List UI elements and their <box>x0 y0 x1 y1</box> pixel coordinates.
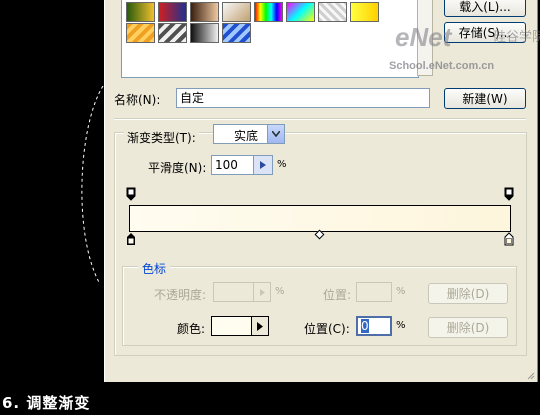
delete-color-stop-button[interactable]: 删除(D) <box>428 317 508 338</box>
color-position-unit: % <box>396 320 406 331</box>
color-position-input[interactable]: 0 <box>356 316 392 336</box>
color-swatch[interactable] <box>212 317 251 335</box>
opacity-unit: % <box>275 286 285 297</box>
preset-swatch[interactable] <box>126 23 155 43</box>
preset-swatch[interactable] <box>190 23 219 43</box>
preset-swatch[interactable] <box>158 23 187 43</box>
chevron-down-icon[interactable] <box>267 125 284 143</box>
color-position-label: 位置(C): <box>304 322 350 336</box>
resize-grip-icon[interactable] <box>525 370 535 380</box>
gradient-type-value: 实底 <box>234 129 259 143</box>
load-button-label: 载入(L)... <box>459 0 511 14</box>
chevron-right-icon <box>257 321 263 331</box>
smoothness-value: 100 <box>215 158 238 172</box>
smoothness-input[interactable]: 100 <box>211 155 273 175</box>
color-menu-arrow[interactable] <box>251 317 268 335</box>
presets-panel <box>121 0 419 78</box>
name-input[interactable]: 自定 <box>176 88 430 108</box>
opacity-stop-right[interactable] <box>504 187 514 201</box>
gradient-type-label: 渐变类型(T): <box>124 129 199 146</box>
presets-scrollbar[interactable] <box>417 0 433 76</box>
preset-swatch[interactable] <box>254 2 283 22</box>
save-button[interactable]: 存储(S)... <box>444 22 526 43</box>
color-stop-left[interactable] <box>126 232 136 246</box>
preset-swatch[interactable] <box>286 2 315 22</box>
preset-swatch[interactable] <box>126 2 155 22</box>
smoothness-unit: % <box>277 159 287 170</box>
gradient-editor-dialog: 载入(L)... 存储(S)... 名称(N): 自定 新建(W) 渐变类型(T… <box>104 0 540 382</box>
step-caption: 6. 调整渐变 <box>2 394 91 412</box>
opacity-label: 不透明度: <box>154 288 207 302</box>
opacity-input[interactable] <box>213 282 271 302</box>
new-button-label: 新建(W) <box>462 92 508 106</box>
delete-opacity-stop-button[interactable]: 删除(D) <box>428 283 508 304</box>
preset-swatch[interactable] <box>222 2 251 22</box>
smoothness-label: 平滑度(N): <box>148 161 207 175</box>
opacity-stop-left[interactable] <box>126 187 136 201</box>
opacity-position-unit: % <box>396 286 406 297</box>
name-label: 名称(N): <box>114 93 161 107</box>
preset-swatch[interactable] <box>318 2 347 22</box>
load-button[interactable]: 载入(L)... <box>444 0 526 17</box>
preset-swatch[interactable] <box>222 23 251 43</box>
chevron-right-icon <box>259 288 265 296</box>
chevron-right-icon <box>260 161 266 169</box>
gradient-preview-bar[interactable] <box>129 205 511 232</box>
separator <box>114 118 526 120</box>
stops-group-label: 色标 <box>138 260 171 277</box>
preset-swatch[interactable] <box>158 2 187 22</box>
color-position-value: 0 <box>361 319 369 333</box>
preset-swatch[interactable] <box>350 2 379 22</box>
color-label: 颜色: <box>177 322 206 336</box>
preset-swatch[interactable] <box>190 2 219 22</box>
save-button-label: 存储(S)... <box>458 26 512 40</box>
new-button[interactable]: 新建(W) <box>444 88 526 109</box>
delete-color-stop-label: 删除(D) <box>446 321 490 335</box>
opacity-position-input[interactable] <box>356 282 392 302</box>
opacity-stepper[interactable] <box>253 283 270 301</box>
color-stop-right[interactable] <box>504 232 514 246</box>
smoothness-stepper[interactable] <box>253 156 272 174</box>
opacity-position-label: 位置: <box>323 288 352 302</box>
gradient-type-select[interactable]: 实底 <box>213 124 285 144</box>
color-swatch-picker[interactable] <box>211 316 269 336</box>
delete-opacity-stop-label: 删除(D) <box>446 287 490 301</box>
